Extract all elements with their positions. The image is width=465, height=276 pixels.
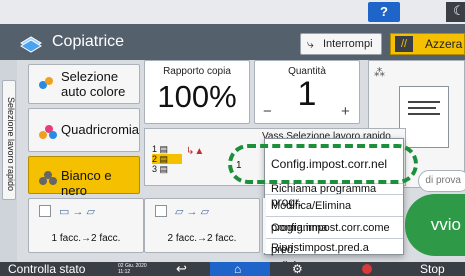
- preview-line: [408, 113, 440, 115]
- clock: 02 Giu. 2020 11:12: [118, 263, 147, 275]
- menu-item-edit-program[interactable]: Modifica/Elimina programma: [265, 194, 403, 234]
- interrupt-button[interactable]: ⤷ Interrompi: [300, 33, 382, 55]
- duplex-2to2-button[interactable]: ▱ → ▱ 2 facc.→2 facc.: [144, 198, 260, 253]
- tray-1: 1 ▤: [152, 144, 169, 154]
- duplex-1to2-checkbox: [39, 205, 51, 217]
- copy-ratio-card[interactable]: Rapporto copia 100%: [144, 60, 250, 124]
- night-mode-button[interactable]: ☾: [446, 2, 465, 22]
- menu-item-restore-defaults[interactable]: Ripristimpost.pred.a valiniz.: [265, 238, 403, 272]
- time-text: 11:12: [118, 269, 131, 275]
- quantity-minus-button[interactable]: −: [263, 103, 272, 120]
- menu-item-set-default[interactable]: Config.impost.corr.come pred.: [265, 216, 403, 256]
- duplex-partial-button[interactable]: [262, 198, 266, 253]
- black-white-button[interactable]: Bianco e nero: [28, 156, 140, 198]
- interrupt-label: Interrompi: [323, 38, 373, 50]
- tray-3-label: 3: [152, 164, 158, 174]
- quantity-card[interactable]: Quantità 1 − +: [254, 60, 360, 124]
- preview-sheet: [399, 86, 449, 148]
- full-color-button[interactable]: Quadricromia: [28, 108, 140, 152]
- stop-icon: [362, 264, 372, 274]
- duplex-2to2-icon: ▱ → ▱: [175, 206, 210, 218]
- auto-color-label: Selezione auto colore: [61, 69, 126, 99]
- auto-color-icon-dot: [45, 77, 53, 85]
- tray-2-label: 2: [152, 154, 158, 164]
- full-color-icon-dot-2: [49, 131, 57, 139]
- preview-line: [408, 107, 436, 109]
- copy-ratio-caption: Rapporto copia: [163, 66, 231, 77]
- moon-icon: ☾: [453, 3, 465, 18]
- highlight-callout: [228, 144, 418, 184]
- duplex-1to2-button[interactable]: ▭ → ▱ 1 facc.→2 facc.: [28, 198, 144, 253]
- check-status-button[interactable]: Controlla stato: [8, 262, 85, 276]
- full-color-label: Quadricromia: [61, 122, 140, 137]
- proof-copy-button[interactable]: di prova: [418, 170, 465, 192]
- tray-list: 1 ▤ 2 ▤ 3 ▤: [152, 144, 182, 178]
- interrupt-icon: ⤷: [307, 37, 314, 51]
- tray-feed-icon: ↳▲: [186, 146, 205, 157]
- start-button[interactable]: vvio: [405, 194, 465, 256]
- help-button[interactable]: ?: [368, 2, 400, 22]
- auto-color-button[interactable]: Selezione auto colore: [28, 64, 140, 104]
- tray-2: 2 ▤: [152, 154, 182, 164]
- page-title: Copiatrice: [52, 33, 125, 50]
- home-button[interactable]: ⌂: [210, 262, 270, 276]
- duplex-2to2-checkbox: [155, 205, 167, 217]
- tray-1-label: 1: [152, 144, 158, 154]
- home-icon: ⌂: [234, 262, 242, 276]
- reset-label: Azzera: [425, 37, 463, 51]
- settings-icon[interactable]: ⚙: [292, 262, 303, 276]
- black-white-icon-dot-2: [49, 177, 57, 185]
- preview-line: [408, 101, 440, 103]
- reset-button[interactable]: // Azzera: [390, 33, 465, 55]
- tray-3: 3 ▤: [152, 164, 169, 174]
- reset-icon: //: [395, 36, 413, 52]
- duplex-1to2-icon: ▭ → ▱: [59, 206, 95, 218]
- quantity-plus-button[interactable]: +: [341, 103, 350, 120]
- copy-ratio-value: 100%: [157, 79, 237, 114]
- preview-dots-icon: ⁂: [374, 67, 385, 79]
- stop-button[interactable]: Stop: [420, 262, 445, 276]
- duplex-2to2-label: 2 facc.→2 facc.: [167, 233, 237, 244]
- back-icon[interactable]: ↩: [176, 262, 187, 276]
- quick-job-tab-label: Selezione lavoro rapido: [6, 96, 16, 192]
- duplex-1to2-label: 1 facc.→2 facc.: [51, 233, 121, 244]
- black-white-label: Bianco e nero: [61, 168, 112, 198]
- copier-icon: [20, 36, 42, 53]
